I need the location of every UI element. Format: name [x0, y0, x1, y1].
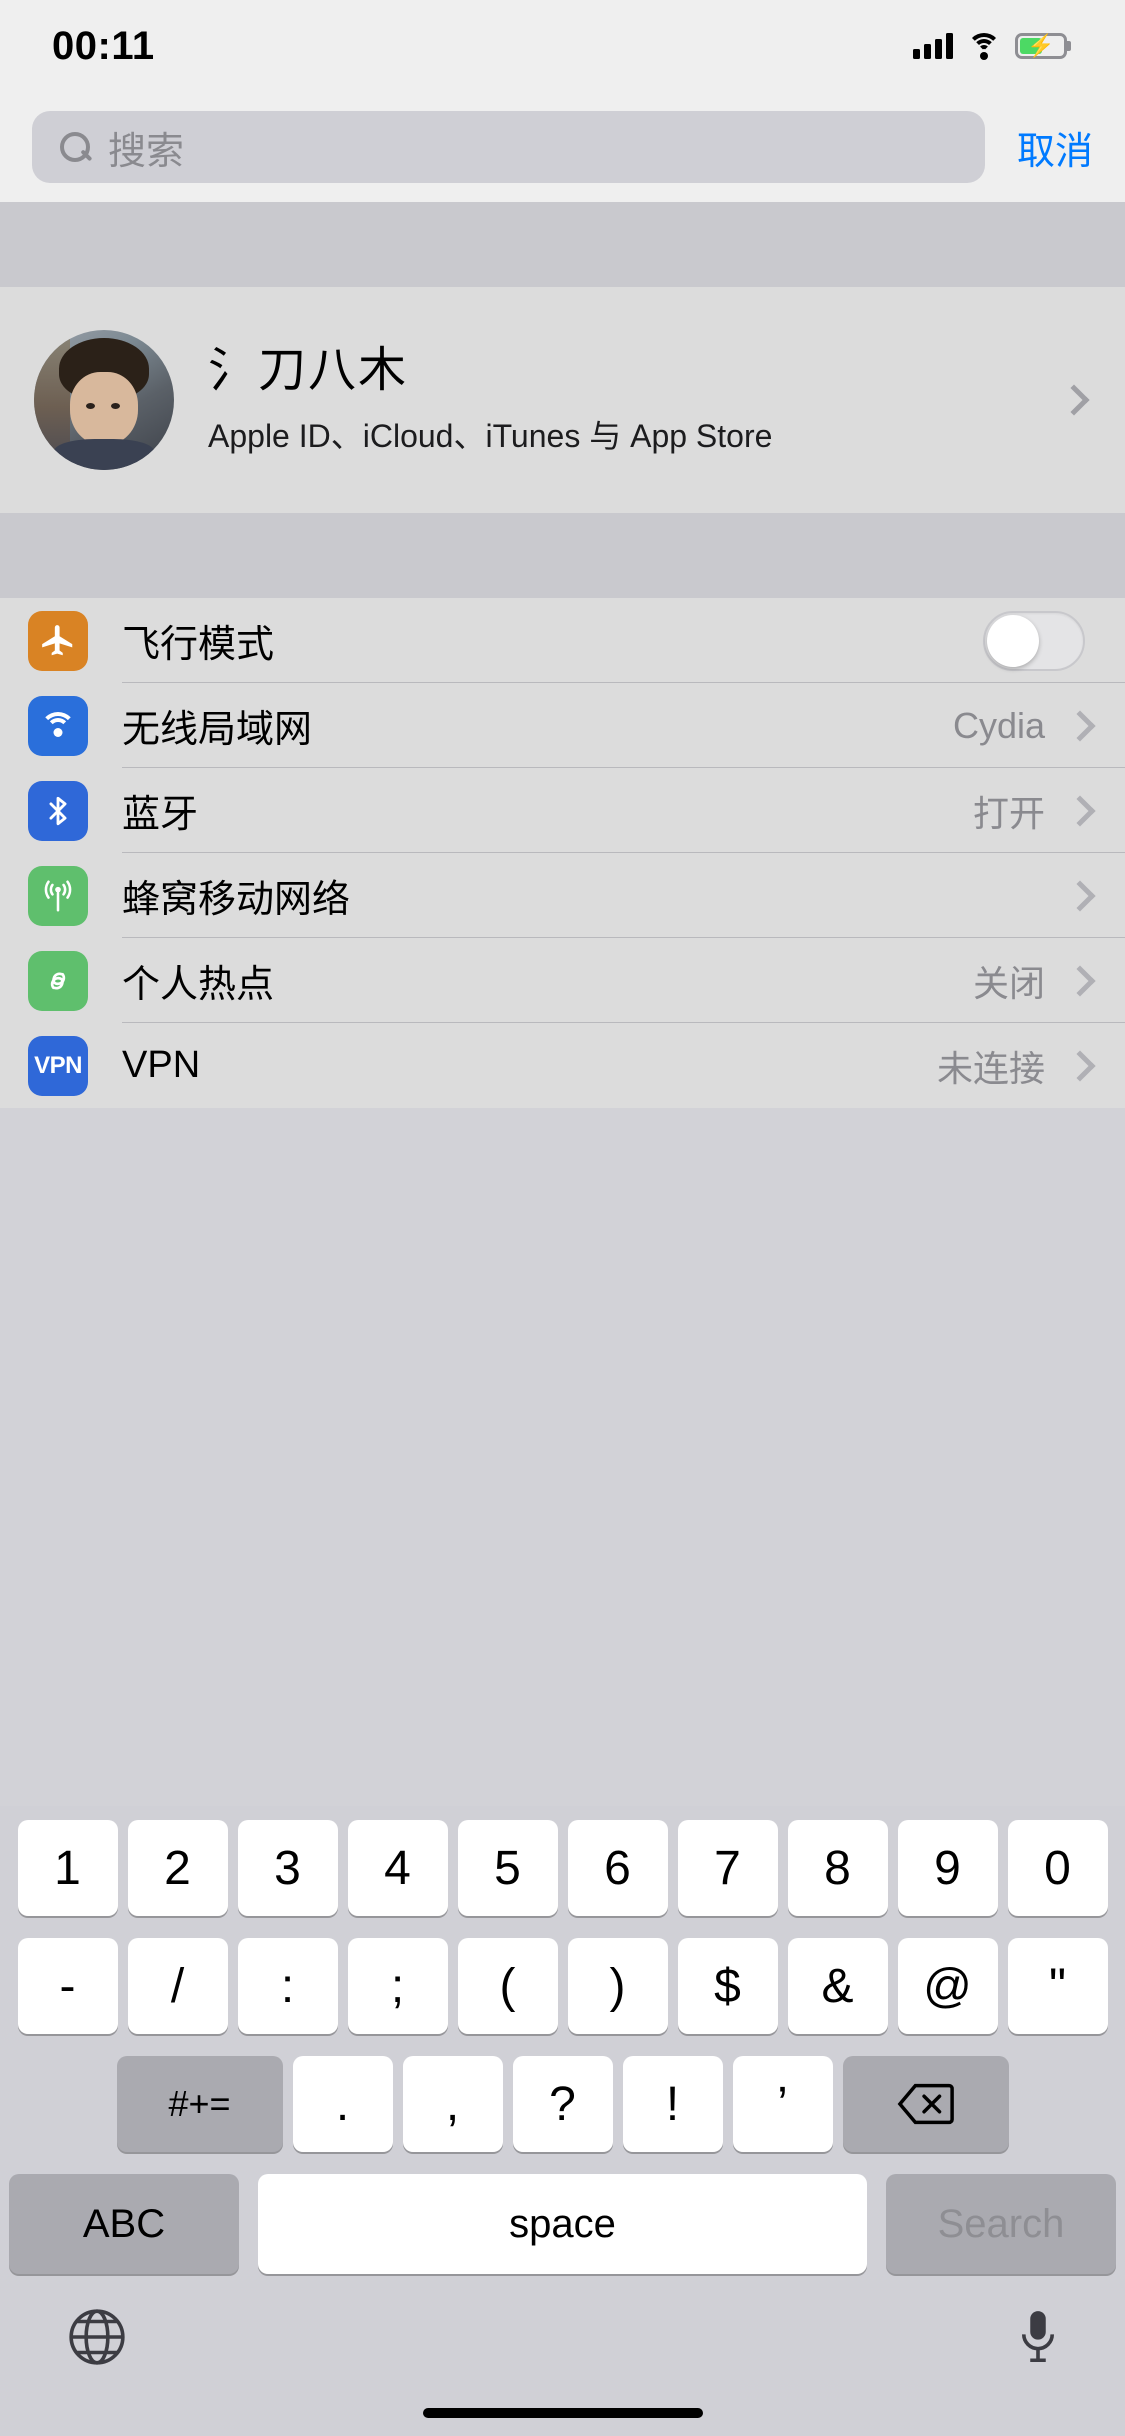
vpn-icon-label: VPN [34, 1051, 82, 1079]
key-3[interactable]: 3 [237, 1820, 338, 1916]
chevron-right-icon [1064, 794, 1096, 827]
settings-row-airplane-mode[interactable]: 飞行模式 [0, 598, 1125, 683]
key-4[interactable]: 4 [347, 1820, 448, 1916]
cancel-button[interactable]: 取消 [985, 120, 1093, 175]
onscreen-keyboard: 1 2 3 4 5 6 7 8 9 0 - / : ; ( ) $ & @ " … [0, 1806, 1125, 2436]
avatar [34, 330, 174, 470]
section-gap-top [0, 202, 1125, 287]
settings-row-label: VPN [122, 1044, 201, 1086]
battery-charging-icon: ⚡ [1015, 33, 1067, 59]
settings-row-label: 无线局域网 [122, 709, 313, 751]
chevron-right-icon [1058, 384, 1090, 416]
settings-row-value: 打开 [972, 792, 1045, 834]
settings-row-wifi[interactable]: 无线局域网 Cydia [0, 683, 1125, 768]
key-exclamation[interactable]: ! [622, 2056, 723, 2152]
key-0[interactable]: 0 [1007, 1820, 1108, 1916]
key-6[interactable]: 6 [567, 1820, 668, 1916]
cellular-icon [28, 865, 88, 926]
account-text: 氵刀八木 Apple ID、iCloud、iTunes 与 App Store [208, 343, 1029, 456]
search-input[interactable]: 搜索 [108, 120, 184, 175]
status-bar: 00:11 ⚡ [0, 0, 1125, 92]
settings-list: 飞行模式 无线局域网 Cydia 蓝牙 打开 蜂窝移动网络 个人热点 关闭 VP… [0, 598, 1125, 1108]
key-dollar[interactable]: $ [677, 1938, 778, 2034]
key-question[interactable]: ? [512, 2056, 613, 2152]
settings-row-value: 关闭 [972, 962, 1045, 1004]
key-5[interactable]: 5 [457, 1820, 558, 1916]
key-symbols-shift[interactable]: #+= [116, 2056, 283, 2152]
chevron-right-icon [1064, 709, 1096, 742]
key-space[interactable]: space [258, 2174, 867, 2274]
keyboard-bottom-bar [0, 2274, 1125, 2404]
wifi-icon [28, 695, 88, 756]
key-8[interactable]: 8 [787, 1820, 888, 1916]
account-subtitle: Apple ID、iCloud、iTunes 与 App Store [208, 417, 773, 454]
key-period[interactable]: . [292, 2056, 393, 2152]
chevron-right-icon [1064, 964, 1096, 997]
chevron-right-icon [1064, 1049, 1096, 1082]
key-7[interactable]: 7 [677, 1820, 778, 1916]
status-bar-indicators: ⚡ [913, 33, 1067, 60]
key-1[interactable]: 1 [17, 1820, 118, 1916]
key-search-return[interactable]: Search [886, 2174, 1116, 2274]
settings-row-label: 个人热点 [122, 964, 275, 1006]
key-quote-double[interactable]: " [1007, 1938, 1108, 2034]
settings-row-bluetooth[interactable]: 蓝牙 打开 [0, 768, 1125, 853]
key-colon[interactable]: : [237, 1938, 338, 2034]
hotspot-icon [28, 950, 88, 1011]
backspace-icon [897, 2082, 955, 2126]
key-paren-close[interactable]: ) [567, 1938, 668, 2034]
account-name: 氵刀八木 [208, 344, 409, 398]
settings-row-vpn[interactable]: VPN VPN 未连接 [0, 1023, 1125, 1108]
keyboard-row-symbols: - / : ; ( ) $ & @ " [0, 1938, 1125, 2034]
vpn-icon: VPN [28, 1035, 88, 1096]
chevron-right-icon [1064, 879, 1096, 912]
settings-row-value: 未连接 [936, 1047, 1045, 1089]
key-ampersand[interactable]: & [787, 1938, 888, 2034]
key-2[interactable]: 2 [127, 1820, 228, 1916]
settings-row-value: Cydia [952, 704, 1045, 746]
key-at[interactable]: @ [897, 1938, 998, 2034]
settings-row-label: 飞行模式 [122, 624, 275, 666]
wifi-icon [967, 33, 1001, 60]
search-icon [60, 132, 90, 162]
cellular-signal-icon [913, 33, 953, 59]
airplane-icon [28, 610, 88, 671]
settings-row-label: 蜂窝移动网络 [122, 879, 351, 921]
home-indicator [0, 2404, 1125, 2436]
keyboard-row-punctuation: #+= . , ? ! ’ [0, 2056, 1125, 2152]
key-semicolon[interactable]: ; [347, 1938, 448, 2034]
key-hyphen[interactable]: - [17, 1938, 118, 2034]
key-paren-open[interactable]: ( [457, 1938, 558, 2034]
key-comma[interactable]: , [402, 2056, 503, 2152]
key-9[interactable]: 9 [897, 1820, 998, 1916]
keyboard-row-bottom: ABC space Search [0, 2174, 1125, 2274]
status-bar-time: 00:11 [52, 23, 155, 68]
settings-row-cellular[interactable]: 蜂窝移动网络 [0, 853, 1125, 938]
settings-row-label: 蓝牙 [122, 794, 199, 836]
key-abc[interactable]: ABC [9, 2174, 239, 2274]
globe-icon[interactable] [66, 2306, 128, 2373]
search-bar: 搜索 取消 [0, 92, 1125, 202]
settings-row-personal-hotspot[interactable]: 个人热点 关闭 [0, 938, 1125, 1023]
keyboard-row-numbers: 1 2 3 4 5 6 7 8 9 0 [0, 1820, 1125, 1916]
search-field[interactable]: 搜索 [32, 111, 985, 183]
airplane-mode-toggle[interactable] [983, 610, 1085, 671]
bluetooth-icon [28, 780, 88, 841]
microphone-icon[interactable] [1017, 2306, 1059, 2373]
key-apostrophe[interactable]: ’ [732, 2056, 833, 2152]
key-slash[interactable]: / [127, 1938, 228, 2034]
section-gap-bottom [0, 513, 1125, 598]
apple-account-row[interactable]: 氵刀八木 Apple ID、iCloud、iTunes 与 App Store [0, 287, 1125, 513]
key-backspace[interactable] [842, 2056, 1009, 2152]
